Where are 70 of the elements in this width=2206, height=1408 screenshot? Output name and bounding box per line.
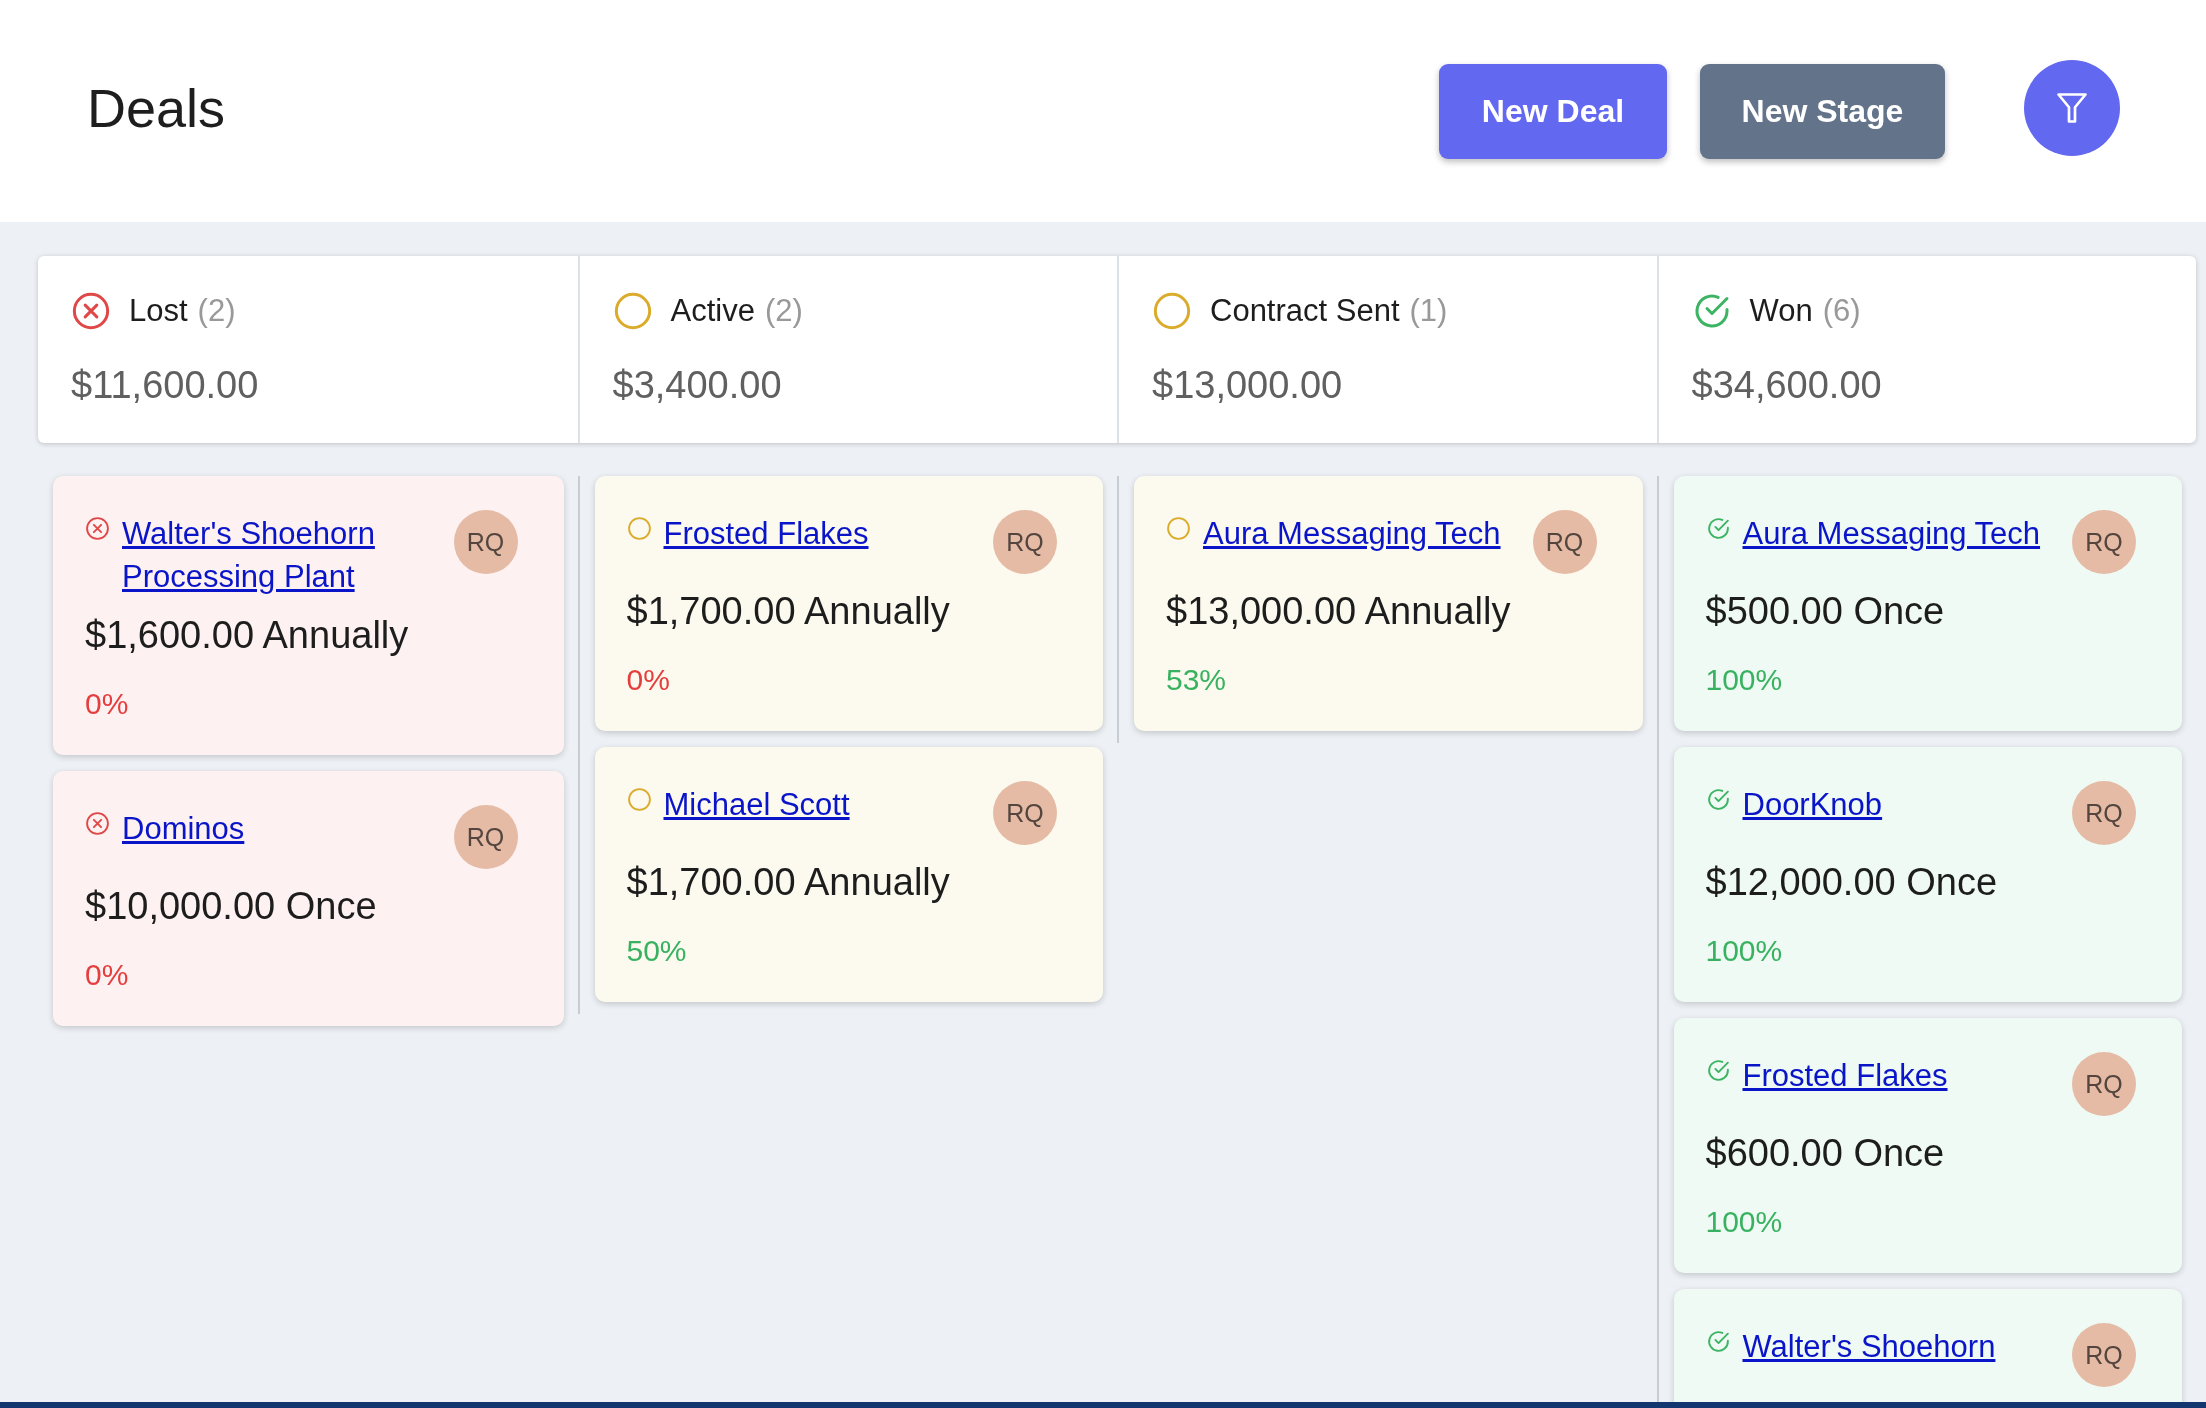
cancel-circle-icon	[85, 811, 110, 836]
stage-name: Active	[670, 293, 755, 329]
deal-amount: $12,000.00 Once	[1705, 861, 1999, 904]
stage-total: $11,600.00	[71, 364, 260, 407]
new-stage-button[interactable]: New Stage	[1700, 63, 1945, 159]
deal-probability: 0%	[626, 663, 671, 697]
deal-card[interactable]: Michael Scott RQ $1,700.00 Annually 50%	[594, 747, 1103, 1002]
deal-link[interactable]: Michael Scott	[663, 783, 981, 826]
deal-probability: 0%	[85, 687, 130, 721]
cancel-circle-icon	[85, 516, 110, 541]
stage-total: $34,600.00	[1691, 364, 1883, 407]
owner-avatar: RQ	[2072, 1323, 2136, 1387]
stage-count: (2)	[197, 293, 236, 329]
deal-probability: 0%	[85, 958, 130, 992]
stage-name: Contract Sent	[1210, 293, 1400, 329]
deal-card[interactable]: Aura Messaging Tech RQ $13,000.00 Annually 53%	[1134, 476, 1643, 731]
owner-avatar: RQ	[2072, 1052, 2136, 1116]
check-circle-icon	[1705, 787, 1731, 812]
owner-avatar: RQ	[993, 781, 1057, 845]
deal-probability: 50%	[626, 934, 688, 968]
owner-avatar: RQ	[453, 510, 518, 574]
deal-amount: $1,700.00 Annually	[626, 590, 951, 633]
deal-amount: $13,000.00 Annually	[1166, 590, 1512, 633]
owner-avatar: RQ	[1532, 510, 1597, 574]
deal-card[interactable]: Walter's Shoehorn Processing Plant RQ $1,600.00 Annually 0%	[53, 476, 564, 755]
deal-card[interactable]: Frosted Flakes RQ $600.00 Once 100%	[1673, 1018, 2182, 1273]
owner-avatar: RQ	[2072, 781, 2136, 845]
deal-probability: 100%	[1705, 1205, 1784, 1239]
check-circle-icon	[1705, 1058, 1731, 1083]
circle-icon	[1166, 516, 1191, 541]
deal-link[interactable]: Aura Messaging Tech	[1203, 512, 1521, 555]
owner-avatar: RQ	[2072, 510, 2136, 574]
circle-icon	[1152, 291, 1192, 331]
deal-link[interactable]: Walter's Shoehorn Processing Plant	[122, 512, 442, 598]
deal-link[interactable]: Walter's Shoehorn	[1742, 1325, 2060, 1368]
deal-amount: $1,600.00 Annually	[85, 614, 410, 657]
deal-link[interactable]: Frosted Flakes	[1742, 1054, 2060, 1097]
check-circle-icon	[1705, 516, 1731, 541]
deal-card[interactable]: Walter's Shoehorn RQ	[1673, 1289, 2182, 1402]
new-deal-button[interactable]: New Deal	[1439, 63, 1667, 159]
deal-probability: 100%	[1705, 663, 1784, 697]
deal-card[interactable]: Frosted Flakes RQ $1,700.00 Annually 0%	[594, 476, 1103, 731]
circle-icon	[626, 787, 652, 812]
deal-card[interactable]: Aura Messaging Tech RQ $500.00 Once 100%	[1673, 476, 2182, 731]
deal-amount: $1,700.00 Annually	[626, 861, 951, 904]
stage-name: Lost	[129, 293, 188, 329]
check-circle-icon	[1705, 1329, 1731, 1354]
deal-amount: $10,000.00 Once	[85, 885, 378, 928]
deal-card[interactable]: DoorKnob RQ $12,000.00 Once 100%	[1673, 747, 2182, 1002]
stage-count: (2)	[764, 293, 803, 329]
stage-name: Won	[1749, 293, 1813, 329]
circle-icon	[612, 291, 653, 331]
stage-count: (1)	[1409, 293, 1448, 329]
deal-probability: 100%	[1705, 934, 1784, 968]
deal-probability: 53%	[1166, 663, 1228, 697]
deal-link[interactable]: Dominos	[122, 807, 442, 850]
stage-total: $13,000.00	[1152, 364, 1344, 407]
stage-total: $3,400.00	[612, 364, 783, 407]
page-title: Deals	[87, 77, 227, 140]
owner-avatar: RQ	[453, 805, 518, 869]
deal-link[interactable]: DoorKnob	[1742, 783, 2060, 826]
owner-avatar: RQ	[993, 510, 1057, 574]
deal-link[interactable]: Frosted Flakes	[663, 512, 981, 555]
deal-amount: $500.00 Once	[1705, 590, 1946, 633]
deal-link[interactable]: Aura Messaging Tech	[1742, 512, 2060, 555]
cancel-circle-icon	[71, 291, 111, 331]
circle-icon	[626, 516, 652, 541]
deal-amount: $600.00 Once	[1705, 1132, 1946, 1175]
deal-card[interactable]: Dominos RQ $10,000.00 Once 0%	[53, 771, 564, 1026]
stage-count: (6)	[1822, 293, 1861, 329]
